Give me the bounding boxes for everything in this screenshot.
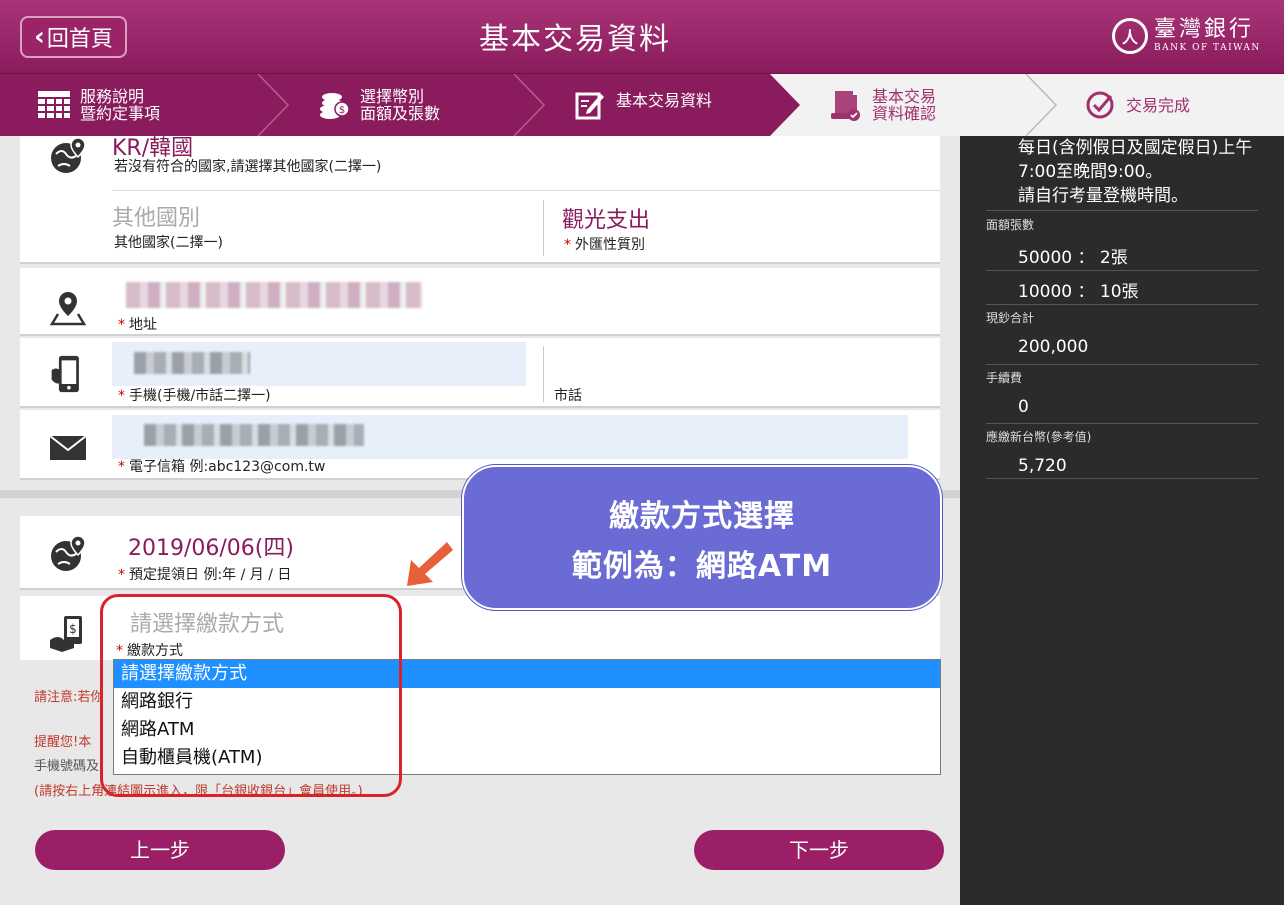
purpose-label: 外匯性質別 <box>575 237 645 253</box>
note-text: 手機號碼及 <box>34 759 100 774</box>
divider <box>986 364 1258 365</box>
divider <box>543 200 544 256</box>
fee-value: 0 <box>1018 397 1029 417</box>
required-mark: * <box>118 459 125 475</box>
previous-button[interactable]: 上一步 <box>35 830 285 870</box>
logo-chinese-name: 臺灣銀行 <box>1154 17 1255 42</box>
divider <box>986 423 1258 424</box>
hours-line: 7:00至晚間9:00。 <box>1018 162 1163 182</box>
cash-total-label: 現鈔合計 <box>986 311 1035 325</box>
callout-line2: 範例為：網路ATM <box>571 548 833 584</box>
edit-form-icon <box>574 89 606 121</box>
payment-hand-icon: $ <box>50 616 82 652</box>
globe-location-icon <box>51 535 86 571</box>
page-title: 基本交易資料 <box>479 22 671 57</box>
country-hint: 若沒有符合的國家,請選擇其他國家(二擇一) <box>114 159 382 175</box>
note-text: 提醒您!本 <box>34 735 92 750</box>
email-label: 電子信箱 例:abc123@com.tw <box>129 459 326 475</box>
purpose-select[interactable]: 觀光支出 <box>562 202 650 234</box>
divider <box>112 190 940 191</box>
coins-icon: $ <box>318 89 350 121</box>
phone-card: * 手機(手機/市話二擇一) 市話 <box>20 338 940 408</box>
svg-text:$: $ <box>339 105 345 116</box>
denomination-row: 10000 ： 10張 <box>1018 282 1139 302</box>
hours-line: 每日(含例假日及國定假日)上午 <box>1018 138 1253 158</box>
required-mark: * <box>118 388 125 404</box>
map-pin-icon <box>49 292 87 326</box>
instruction-callout: 繳款方式選擇 範例為：網路ATM <box>462 465 942 610</box>
address-card: * 地址 <box>20 268 940 336</box>
twd-label: 應繳新台幣(參考值) <box>986 430 1092 444</box>
step-label: 交易完成 <box>1126 95 1191 115</box>
cash-total-value: 200,000 <box>1018 337 1089 357</box>
step-label: 服務說明 暨約定事項 <box>80 87 161 123</box>
address-input-redacted[interactable] <box>126 282 422 308</box>
twd-value: 5,720 <box>1018 456 1067 476</box>
email-value-redacted <box>144 424 364 446</box>
mobile-phone-icon <box>51 355 79 393</box>
required-mark: * <box>118 567 125 583</box>
hours-line: 請自行考量登機時間。 <box>1018 186 1188 206</box>
step-label: 基本交易 資料確認 <box>872 87 937 123</box>
step-currency: $ 選擇幣別 面額及張數 <box>318 74 440 136</box>
note-text: 請注意:若你 <box>34 690 104 705</box>
pickup-date-label: 預定提領日 例:年 / 月 / 日 <box>129 567 292 583</box>
highlight-outline <box>100 594 402 797</box>
divider <box>986 304 1258 305</box>
step-confirm: 基本交易 資料確認 <box>830 74 936 136</box>
summary-panel: 每日(含例假日及國定假日)上午 7:00至晚間9:00。 請自行考量登機時間。 … <box>960 136 1284 905</box>
denomination-label: 面額張數 <box>986 218 1035 232</box>
logo-english-name: BANK OF TAIWAN <box>1154 43 1261 53</box>
next-button[interactable]: 下一步 <box>694 830 944 870</box>
other-country-label: 其他國家(二擇一) <box>114 235 223 251</box>
required-mark: * <box>118 317 125 333</box>
progress-steps: 服務說明 暨約定事項 $ 選擇幣別 面額及張數 基本交易資料 基本交易 資料確認… <box>0 74 1284 136</box>
country-card: KR/韓國 若沒有符合的國家,請選擇其他國家(二擇一) 其他國別 其他國家(二擇… <box>20 136 940 264</box>
envelope-icon <box>49 435 87 460</box>
callout-line1: 繳款方式選擇 <box>609 498 795 534</box>
denomination-row: 50000 ： 2張 <box>1018 248 1128 268</box>
step-service-terms: 服務說明 暨約定事項 <box>38 74 160 136</box>
other-country-select[interactable]: 其他國別 <box>112 200 200 232</box>
bank-emblem-icon: 人 <box>1112 18 1148 54</box>
divider <box>543 346 544 402</box>
pickup-date-value[interactable]: 2019/06/06(四) <box>128 530 294 562</box>
fee-label: 手續費 <box>986 371 1023 385</box>
step-basic-data: 基本交易資料 <box>574 74 712 136</box>
hours-note: 每日(含例假日及國定假日)上午 7:00至晚間9:00。 請自行考量登機時間。 <box>1018 136 1252 208</box>
divider <box>986 210 1258 211</box>
address-label: 地址 <box>129 317 157 333</box>
phone-label: 市話 <box>554 388 582 404</box>
grid-icon <box>38 89 70 121</box>
step-label: 選擇幣別 面額及張數 <box>360 87 441 123</box>
svg-text:$: $ <box>69 622 77 636</box>
globe-location-icon <box>51 137 86 173</box>
step-complete: 交易完成 <box>1084 74 1190 136</box>
checkmark-circle-icon <box>1084 89 1116 121</box>
mobile-value-redacted <box>134 352 250 374</box>
arrow-down-left-icon <box>407 542 453 586</box>
mobile-label: 手機(手機/市話二擇一) <box>129 388 271 404</box>
step-label: 基本交易資料 <box>616 90 713 110</box>
bank-logo: 人 臺灣銀行 BANK OF TAIWAN <box>1112 18 1261 54</box>
top-header-bar: ‹ 回首頁 基本交易資料 人 臺灣銀行 BANK OF TAIWAN <box>0 0 1284 74</box>
required-mark: * <box>564 237 571 253</box>
divider <box>986 270 1258 271</box>
divider <box>986 478 1258 479</box>
document-check-icon <box>830 89 862 121</box>
